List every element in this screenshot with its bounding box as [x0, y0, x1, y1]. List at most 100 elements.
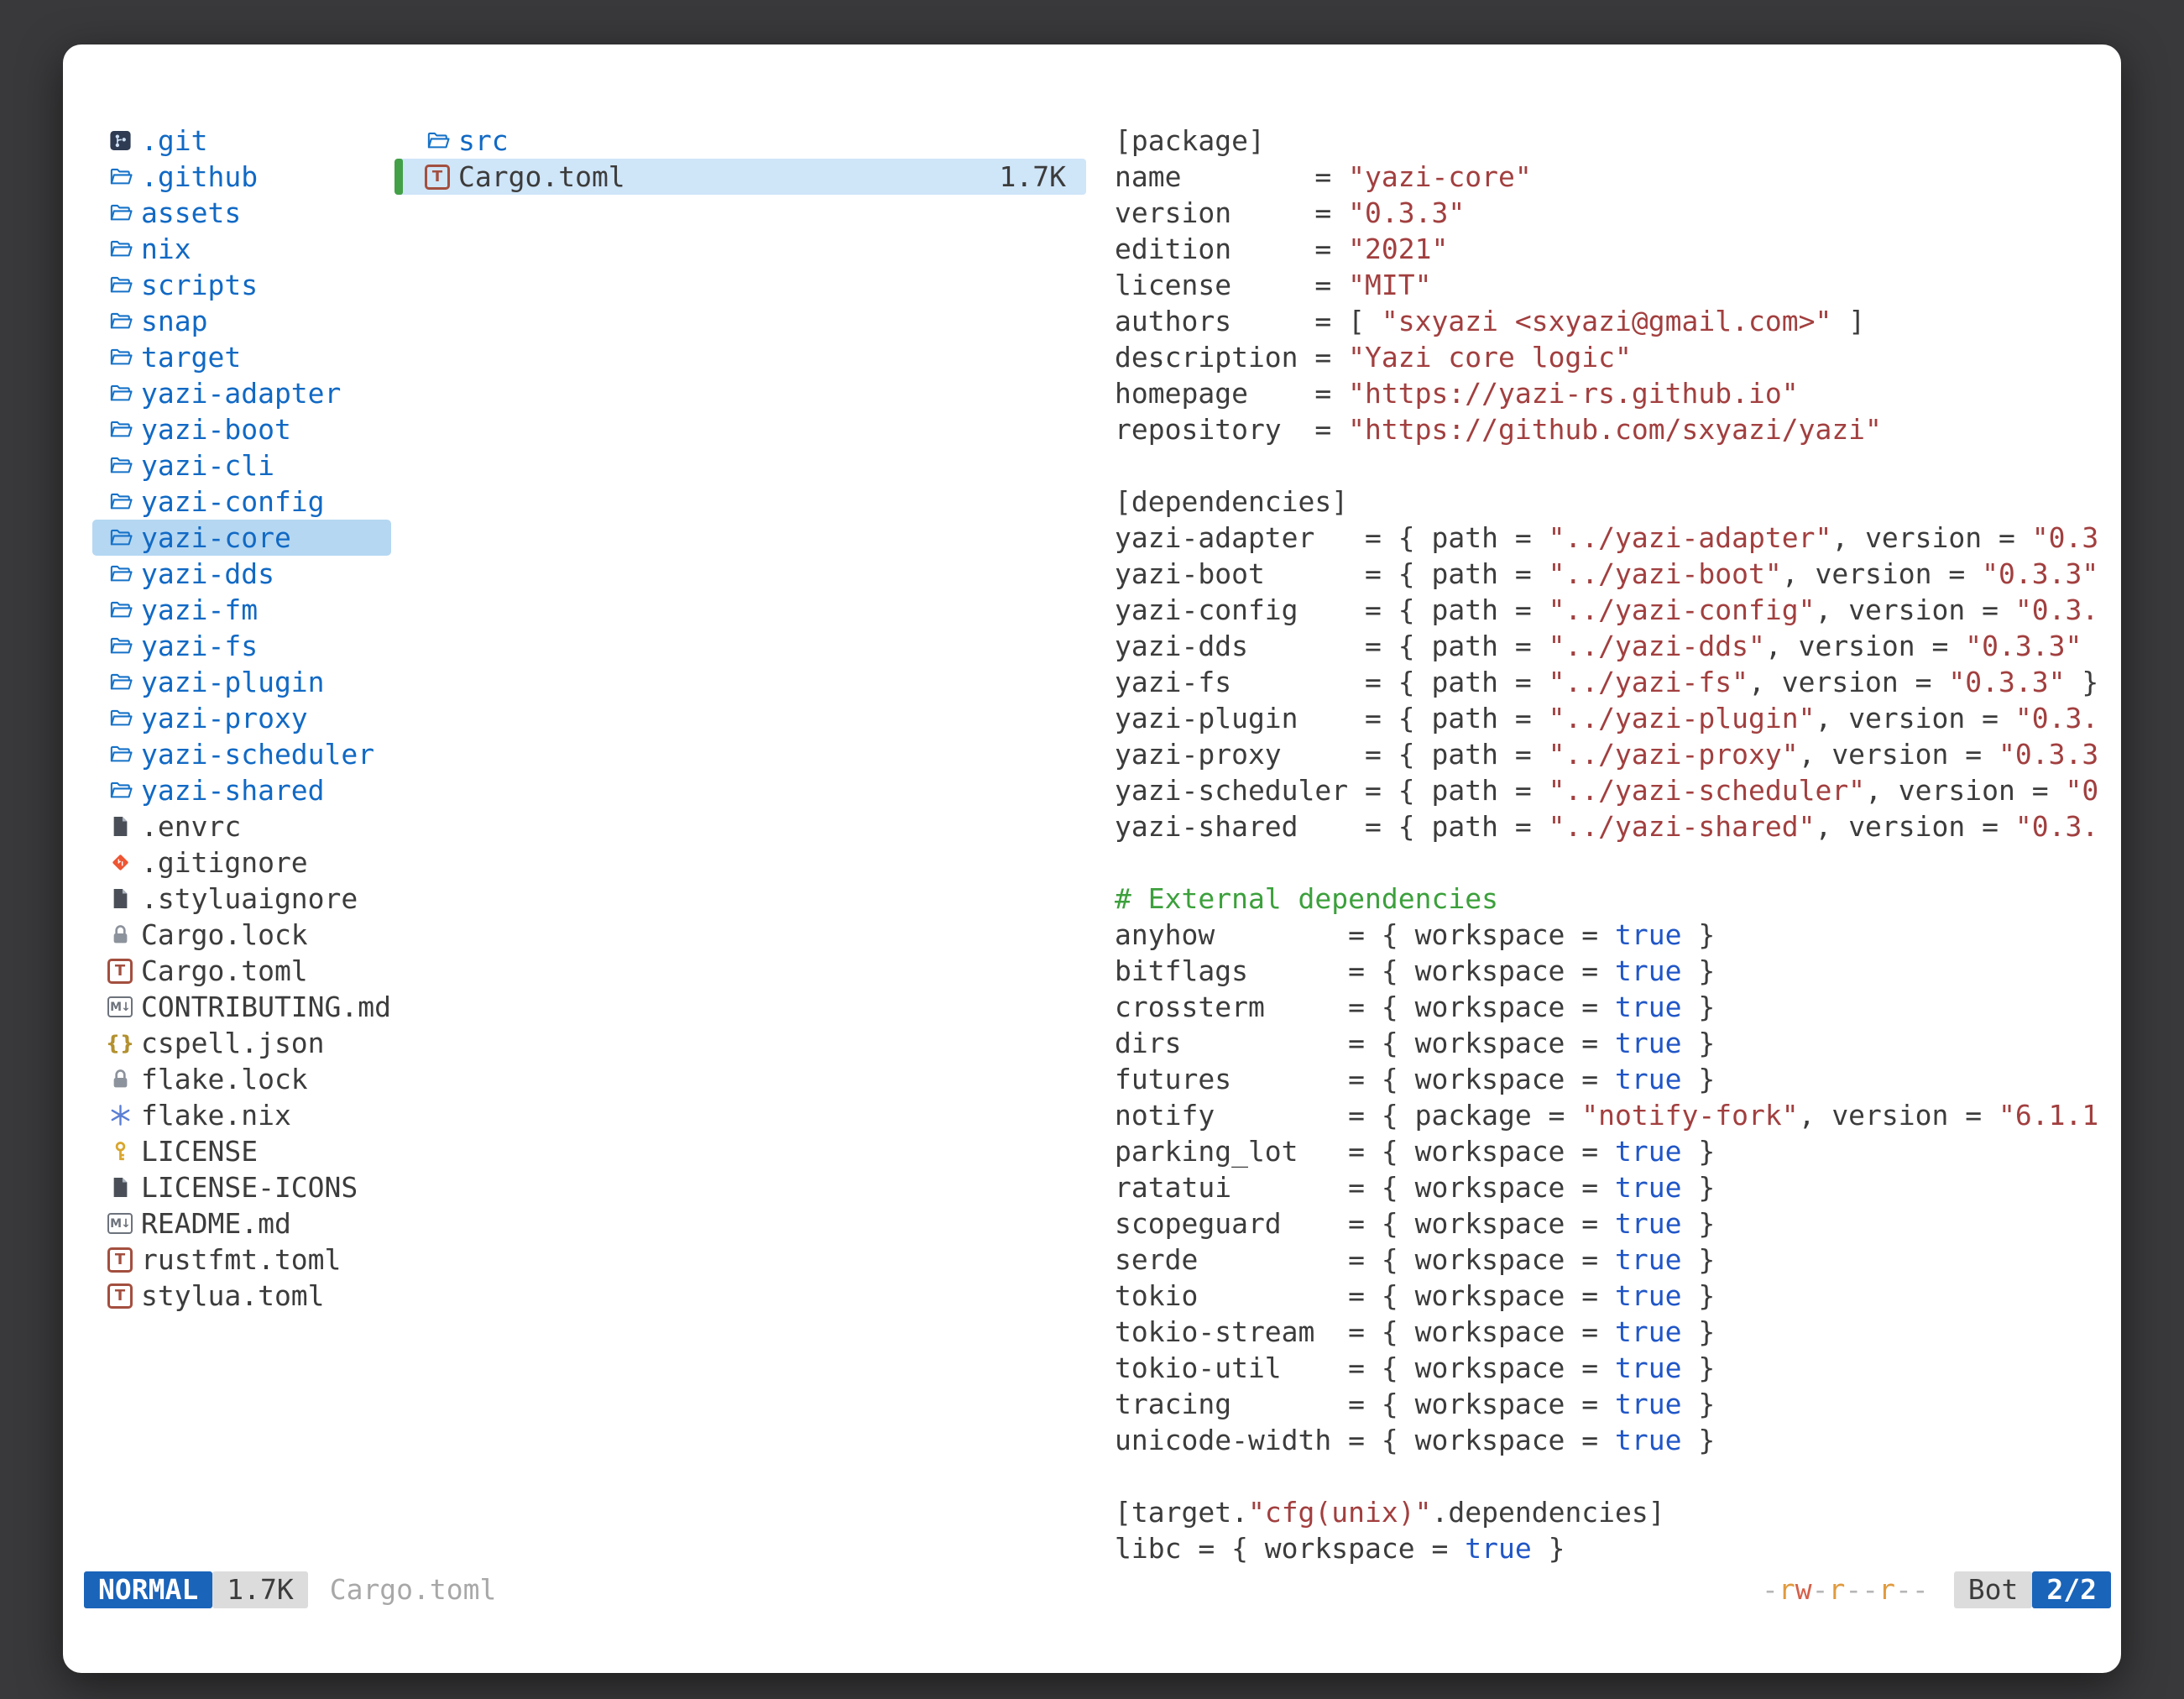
- preview-line: yazi-config = { path = "../yazi-config",…: [1115, 592, 2115, 628]
- parent-item-.envrc[interactable]: .envrc: [92, 808, 391, 844]
- parent-item-yazi-boot[interactable]: yazi-boot: [92, 411, 391, 447]
- file-label: rustfmt.toml: [141, 1242, 341, 1278]
- parent-item-LICENSE-ICONS[interactable]: LICENSE-ICONS: [92, 1169, 391, 1205]
- file-label: .github: [141, 159, 258, 195]
- folder-icon: [107, 670, 133, 695]
- counter-indicator: 2/2: [2032, 1571, 2111, 1608]
- folder-icon: [107, 778, 133, 803]
- parent-item-scripts[interactable]: scripts: [92, 267, 391, 303]
- parent-item-.styluaignore[interactable]: .styluaignore: [92, 881, 391, 917]
- parent-item-Cargo.lock[interactable]: Cargo.lock: [92, 917, 391, 953]
- git-icon: [107, 128, 133, 154]
- file-size: 1.7K: [1000, 159, 1066, 195]
- status-bar-right: -rw-r--r-- Bot 2/2: [1762, 1571, 2111, 1608]
- parent-item-yazi-fs[interactable]: yazi-fs: [92, 628, 391, 664]
- preview-line: notify = { package = "notify-fork", vers…: [1115, 1097, 2115, 1133]
- file-label: Cargo.toml: [458, 159, 625, 195]
- parent-item-rustfmt.toml[interactable]: Trustfmt.toml: [92, 1242, 391, 1278]
- current-item-Cargo.toml[interactable]: TCargo.toml1.7K: [394, 159, 1086, 195]
- preview-pane[interactable]: [package]name = "yazi-core"version = "0.…: [1115, 123, 2115, 1566]
- md-icon: M↓: [107, 1211, 133, 1236]
- parent-item-LICENSE[interactable]: LICENSE: [92, 1133, 391, 1169]
- file-label: .gitignore: [141, 844, 308, 881]
- file-label: yazi-core: [141, 520, 291, 556]
- preview-line: # External dependencies: [1115, 881, 2115, 917]
- parent-item-README.md[interactable]: M↓ README.md: [92, 1205, 391, 1242]
- file-label: yazi-shared: [141, 772, 325, 808]
- parent-item-yazi-shared[interactable]: yazi-shared: [92, 772, 391, 808]
- parent-item-yazi-proxy[interactable]: yazi-proxy: [92, 700, 391, 736]
- gitignore-icon: [107, 850, 133, 876]
- preview-line: yazi-scheduler = { path = "../yazi-sched…: [1115, 772, 2115, 808]
- file-label: flake.nix: [141, 1097, 291, 1133]
- folder-icon: [425, 128, 450, 154]
- doc-icon: [107, 1175, 133, 1200]
- lock-icon: [107, 923, 133, 948]
- preview-line: version = "0.3.3": [1115, 195, 2115, 231]
- file-label: nix: [141, 231, 191, 267]
- parent-item-CONTRIBUTING.md[interactable]: M↓CONTRIBUTING.md: [92, 989, 391, 1025]
- parent-item-yazi-scheduler[interactable]: yazi-scheduler: [92, 736, 391, 772]
- file-label: target: [141, 339, 241, 375]
- preview-line: yazi-shared = { path = "../yazi-shared",…: [1115, 808, 2115, 844]
- folder-icon: [107, 742, 133, 767]
- file-label: stylua.toml: [141, 1278, 325, 1314]
- parent-item-yazi-config[interactable]: yazi-config: [92, 484, 391, 520]
- folder-icon: [107, 417, 133, 442]
- parent-item-.github[interactable]: .github: [92, 159, 391, 195]
- parent-pane[interactable]: .git.githubassetsnixscriptssnaptargetyaz…: [92, 123, 391, 1314]
- file-label: Cargo.lock: [141, 917, 308, 953]
- file-label: yazi-config: [141, 484, 325, 520]
- file-label: assets: [141, 195, 241, 231]
- file-label: scripts: [141, 267, 258, 303]
- preview-line: [1115, 844, 2115, 881]
- parent-item-assets[interactable]: assets: [92, 195, 391, 231]
- file-label: snap: [141, 303, 207, 339]
- preview-line: serde = { workspace = true }: [1115, 1242, 2115, 1278]
- preview-line: scopeguard = { workspace = true }: [1115, 1205, 2115, 1242]
- parent-item-snap[interactable]: snap: [92, 303, 391, 339]
- preview-line: yazi-boot = { path = "../yazi-boot", ver…: [1115, 556, 2115, 592]
- file-label: yazi-plugin: [141, 664, 325, 700]
- parent-item-nix[interactable]: nix: [92, 231, 391, 267]
- preview-line: crossterm = { workspace = true }: [1115, 989, 2115, 1025]
- folder-icon: [107, 345, 133, 370]
- parent-item-yazi-core[interactable]: yazi-core: [92, 520, 391, 556]
- parent-item-yazi-plugin[interactable]: yazi-plugin: [92, 664, 391, 700]
- parent-item-target[interactable]: target: [92, 339, 391, 375]
- folder-icon: [107, 201, 133, 226]
- parent-item-flake.lock[interactable]: flake.lock: [92, 1061, 391, 1097]
- preview-line: yazi-proxy = { path = "../yazi-proxy", v…: [1115, 736, 2115, 772]
- permissions: -rw-r--r--: [1762, 1571, 1929, 1608]
- file-label: .git: [141, 123, 207, 159]
- folder-icon: [107, 598, 133, 623]
- toml-icon: T: [107, 1247, 133, 1273]
- parent-item-.gitignore[interactable]: .gitignore: [92, 844, 391, 881]
- parent-item-.git[interactable]: .git: [92, 123, 391, 159]
- current-pane[interactable]: srcTCargo.toml1.7K: [394, 123, 1086, 195]
- preview-line: [1115, 1458, 2115, 1494]
- preview-line: [dependencies]: [1115, 484, 2115, 520]
- parent-item-flake.nix[interactable]: flake.nix: [92, 1097, 391, 1133]
- parent-item-stylua.toml[interactable]: Tstylua.toml: [92, 1278, 391, 1314]
- status-bar-left: NORMAL 1.7K Cargo.toml: [84, 1571, 496, 1608]
- file-label: LICENSE-ICONS: [141, 1169, 358, 1205]
- parent-item-Cargo.toml[interactable]: TCargo.toml: [92, 953, 391, 989]
- file-label: flake.lock: [141, 1061, 308, 1097]
- parent-item-yazi-dds[interactable]: yazi-dds: [92, 556, 391, 592]
- parent-item-yazi-cli[interactable]: yazi-cli: [92, 447, 391, 484]
- preview-line: tokio = { workspace = true }: [1115, 1278, 2115, 1314]
- preview-line: edition = "2021": [1115, 231, 2115, 267]
- parent-item-cspell.json[interactable]: {}cspell.json: [92, 1025, 391, 1061]
- file-label: README.md: [141, 1205, 291, 1242]
- parent-item-yazi-fm[interactable]: yazi-fm: [92, 592, 391, 628]
- file-label: .styluaignore: [141, 881, 358, 917]
- preview-line: repository = "https://github.com/sxyazi/…: [1115, 411, 2115, 447]
- file-label: yazi-fm: [141, 592, 258, 628]
- parent-item-yazi-adapter[interactable]: yazi-adapter: [92, 375, 391, 411]
- preview-line: [1115, 447, 2115, 484]
- file-manager-window: .git.githubassetsnixscriptssnaptargetyaz…: [63, 44, 2121, 1673]
- folder-icon: [107, 165, 133, 190]
- folder-icon: [107, 309, 133, 334]
- current-item-src[interactable]: src: [394, 123, 1086, 159]
